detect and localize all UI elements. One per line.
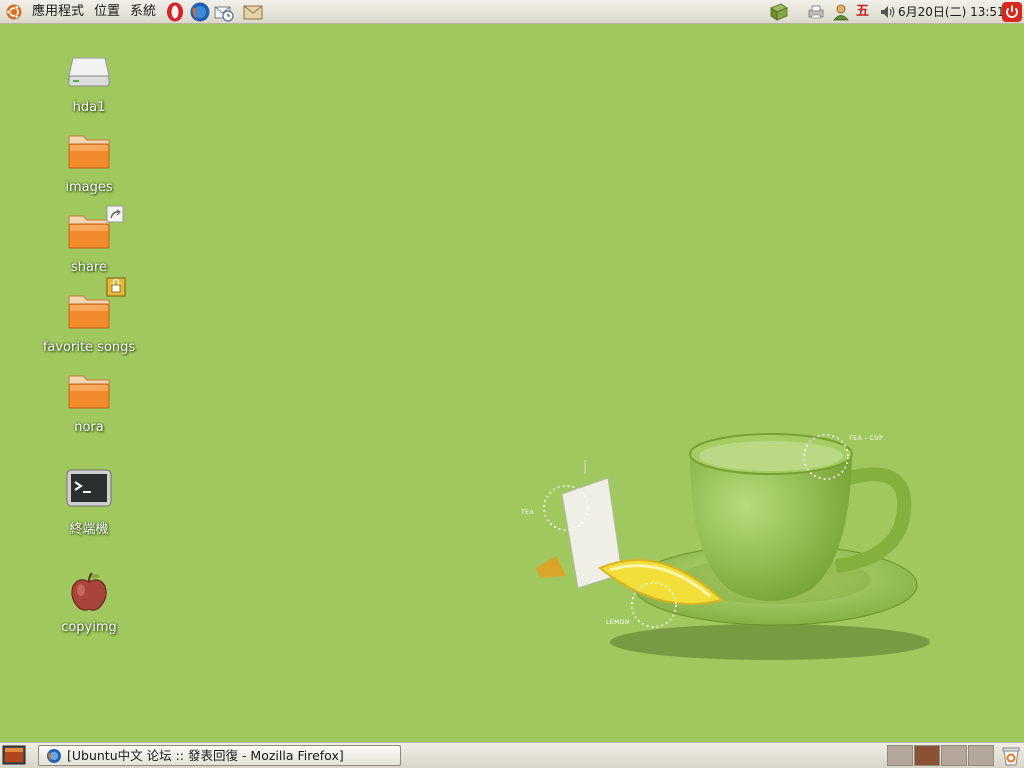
lock-emblem-icon (106, 277, 126, 297)
firefox-icon (47, 749, 61, 763)
desktop-icon-share[interactable]: share (34, 205, 144, 275)
terminal-icon (66, 469, 112, 507)
workspace-1[interactable] (887, 745, 913, 766)
show-desktop-icon[interactable] (2, 745, 26, 765)
folder-icon (68, 205, 124, 249)
taskbar-window-title: [Ubuntu中文 论坛 :: 發表回復 - Mozilla Firefox] (67, 748, 344, 763)
bottom-panel: [Ubuntu中文 论坛 :: 發表回復 - Mozilla Firefox] (0, 742, 1024, 768)
workspace-2[interactable] (914, 745, 940, 766)
symlink-emblem-icon (106, 205, 124, 223)
clock[interactable]: 6月20日(二) 13:51 (898, 4, 1005, 20)
opera-icon[interactable] (164, 1, 186, 23)
desktop-icon-images[interactable]: images (34, 128, 144, 195)
applications-menu[interactable]: 應用程式 (32, 4, 84, 20)
trash-icon[interactable] (1000, 745, 1022, 767)
input-method-indicator[interactable]: 五 (856, 4, 869, 20)
envelope-icon[interactable] (242, 1, 264, 23)
desktop-icon-label: hda1 (72, 100, 106, 115)
desktop-icon-label: nora (74, 420, 104, 435)
printer-icon[interactable] (806, 2, 826, 22)
mail-clock-icon[interactable] (213, 1, 235, 23)
system-menu[interactable]: 系統 (130, 4, 156, 20)
top-panel: 應用程式 位置 系統 五 6月20日(二) 13:51 (0, 0, 1024, 24)
notes-icon[interactable] (769, 2, 789, 22)
volume-icon[interactable] (878, 2, 898, 22)
user-icon[interactable] (831, 2, 851, 22)
folder-icon (68, 135, 110, 169)
drive-icon (68, 57, 110, 87)
places-menu[interactable]: 位置 (94, 4, 120, 20)
workspace-4[interactable] (968, 745, 994, 766)
desktop-icon-label: share (70, 260, 108, 275)
desktop-icon-terminal[interactable]: 終端機 (34, 466, 144, 537)
desktop-icon-nora[interactable]: nora (34, 368, 144, 435)
power-icon[interactable] (1001, 1, 1023, 23)
workspace-3[interactable] (941, 745, 967, 766)
folder-icon (68, 277, 126, 329)
taskbar-firefox-window[interactable]: [Ubuntu中文 论坛 :: 發表回復 - Mozilla Firefox] (38, 745, 401, 766)
wallpaper-teacup: TEA - CUP TEA LEMON (520, 433, 930, 660)
apple-icon (71, 572, 107, 611)
ubuntu-logo-icon[interactable] (5, 3, 23, 21)
desktop-icon-copyimg[interactable]: copyimg (34, 568, 144, 635)
desktop-icon-label: favorite songs (42, 340, 136, 355)
desktop-icon-label: images (65, 180, 113, 195)
desktop-icon-label: copyimg (61, 620, 117, 635)
folder-icon (68, 375, 110, 409)
wallpaper-label-tea: TEA (520, 509, 534, 516)
desktop-icon-label: 終端機 (69, 522, 109, 537)
desktop-icon-hda1[interactable]: hda1 (34, 48, 144, 115)
firefox-icon[interactable] (189, 1, 211, 23)
desktop-icon-favorite-songs[interactable]: favorite songs (34, 277, 144, 355)
wallpaper-label-cup: TEA - CUP (848, 435, 883, 442)
wallpaper-label-lemon: LEMON (606, 619, 630, 626)
